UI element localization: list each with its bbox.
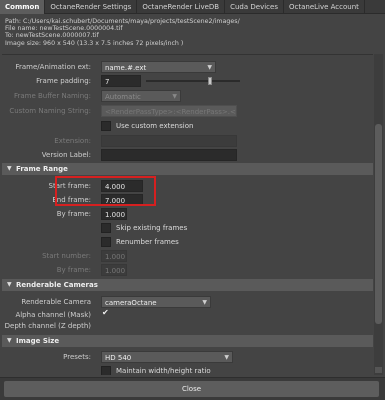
footer-bar: Close	[0, 377, 385, 400]
extension-input[interactable]	[101, 135, 237, 147]
render-info: Path: C:/Users/kai.schubert/Documents/ma…	[5, 18, 240, 47]
vertical-scrollbar[interactable]	[374, 54, 383, 375]
chevron-down-icon: ▼	[224, 354, 229, 361]
image-size-title: Image Size	[16, 337, 60, 345]
use-custom-ext-checkbox[interactable]	[101, 121, 111, 131]
path-text: Path: C:/Users/kai.schubert/Documents/ma…	[5, 18, 240, 25]
by-frame2-label: By frame:	[56, 266, 91, 274]
frame-buffer-label: Frame Buffer Naming:	[13, 92, 91, 100]
tab-cuda-devices[interactable]: Cuda Devices	[225, 0, 284, 14]
renumber-checkbox[interactable]	[101, 237, 111, 247]
tab-octanerender-settings[interactable]: OctaneRender Settings	[45, 0, 138, 14]
start-number-row: Start number: 1.000	[2, 250, 373, 262]
renderable-camera-row: Renderable Camera cameraOctane ▼	[2, 296, 373, 308]
presets-label: Presets:	[63, 353, 91, 361]
use-custom-ext-label: Use custom extension	[116, 122, 194, 130]
presets-value: HD 540	[105, 354, 132, 362]
by-frame2-input[interactable]: 1.000	[101, 264, 127, 276]
checkmark-icon: ✔	[102, 308, 109, 317]
custom-naming-input[interactable]: <RenderPassType>:<RenderPass>.<Camera>	[101, 105, 237, 117]
frame-ext-row: Frame/Animation ext: name.#.ext ▼	[2, 61, 373, 73]
by-frame-label: By frame:	[56, 210, 91, 218]
renderable-camera-dropdown[interactable]: cameraOctane ▼	[101, 296, 211, 308]
skip-existing-label: Skip existing frames	[116, 224, 188, 232]
start-number-label: Start number:	[42, 252, 91, 260]
frame-padding-input[interactable]: 7	[101, 75, 141, 87]
tab-octanerender-livedb[interactable]: OctaneRender LiveDB	[137, 0, 226, 14]
frame-range-title: Frame Range	[16, 165, 68, 173]
start-number-input[interactable]: 1.000	[101, 250, 127, 262]
alpha-channel-checkbox[interactable]: ✔	[101, 308, 111, 320]
scrollbar-end	[375, 367, 382, 373]
depth-channel-row: Depth channel (Z depth)	[2, 320, 373, 332]
frame-padding-label: Frame padding:	[36, 77, 91, 85]
image-size-text: Image size: 960 x 540 (13.3 x 7.5 inches…	[5, 39, 184, 47]
version-label-label: Version Label:	[41, 151, 91, 159]
extension-row: Extension:	[2, 135, 373, 147]
depth-channel-checkbox[interactable]	[101, 321, 111, 331]
tab-octanelive-account[interactable]: OctaneLive Account	[284, 0, 365, 14]
renderable-camera-value: cameraOctane	[105, 299, 157, 307]
by-frame-row: By frame: 1.000	[2, 208, 373, 220]
chevron-down-icon: ▼	[207, 64, 212, 71]
frame-buffer-value: Automatic	[105, 93, 141, 101]
custom-naming-label: Custom Naming String:	[9, 107, 91, 115]
frame-range-highlight-box	[55, 176, 156, 206]
renderable-cameras-header[interactable]: ▼ Renderable Cameras	[2, 279, 373, 291]
image-size-header[interactable]: ▼ Image Size	[2, 335, 373, 347]
extension-label: Extension:	[54, 137, 91, 145]
presets-row: Presets: HD 540 ▼	[2, 351, 373, 363]
settings-panel: Frame/Animation ext: name.#.ext ▼ Frame …	[2, 54, 373, 375]
collapse-triangle-icon: ▼	[7, 281, 12, 288]
frame-ext-dropdown[interactable]: name.#.ext ▼	[101, 61, 216, 73]
depth-channel-label: Depth channel (Z depth)	[4, 322, 91, 330]
renderable-cameras-title: Renderable Cameras	[16, 281, 98, 289]
chevron-down-icon: ▼	[202, 299, 207, 306]
scrollbar-thumb[interactable]	[375, 124, 382, 324]
renderable-camera-label: Renderable Camera	[21, 298, 91, 306]
chevron-down-icon: ▼	[172, 93, 177, 100]
collapse-triangle-icon: ▼	[7, 337, 12, 344]
frame-ext-label: Frame/Animation ext:	[15, 63, 91, 71]
by-frame-input[interactable]: 1.000	[101, 208, 127, 220]
version-label-row: Version Label:	[2, 149, 373, 161]
tab-common[interactable]: Common	[0, 0, 46, 14]
maintain-ratio-checkbox[interactable]	[101, 366, 111, 375]
collapse-triangle-icon: ▼	[7, 165, 12, 172]
frame-padding-slider-track[interactable]	[146, 80, 240, 82]
close-button[interactable]: Close	[4, 381, 379, 397]
frame-padding-slider-thumb[interactable]	[208, 77, 212, 85]
tab-bar: Common OctaneRender Settings OctaneRende…	[0, 0, 385, 14]
maintain-ratio-label: Maintain width/height ratio	[116, 367, 211, 375]
version-label-input[interactable]	[101, 149, 237, 161]
maintain-ratio-row: Maintain width/height ratio	[2, 365, 373, 375]
skip-existing-checkbox[interactable]	[101, 223, 111, 233]
renumber-row: Renumber frames	[2, 236, 373, 248]
file-name-text: File name: newTestScene.0000004.tif	[5, 25, 123, 33]
frame-buffer-dropdown[interactable]: Automatic ▼	[101, 90, 181, 102]
skip-existing-row: Skip existing frames	[2, 222, 373, 234]
by-frame2-row: By frame: 1.000	[2, 264, 373, 276]
presets-dropdown[interactable]: HD 540 ▼	[101, 351, 233, 363]
to-text: To: newTestScene.0000007.tif	[5, 32, 99, 40]
use-custom-ext-row: Use custom extension	[2, 120, 373, 132]
frame-buffer-row: Frame Buffer Naming: Automatic ▼	[2, 90, 373, 102]
frame-range-header[interactable]: ▼ Frame Range	[2, 163, 373, 175]
renumber-label: Renumber frames	[116, 238, 179, 246]
custom-naming-row: Custom Naming String: <RenderPassType>:<…	[2, 105, 373, 117]
frame-ext-value: name.#.ext	[105, 64, 147, 72]
frame-padding-row: Frame padding: 7	[2, 75, 373, 87]
